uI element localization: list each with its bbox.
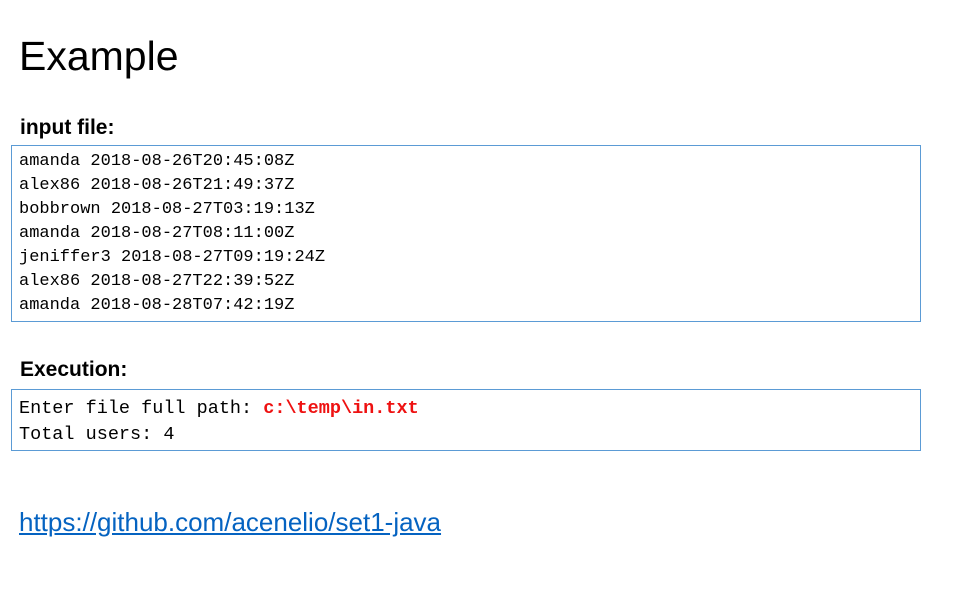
execution-box: Enter file full path: c:\temp\in.txt Tot… (11, 389, 921, 451)
slide-title: Example (19, 33, 179, 79)
input-line: alex86 2018-08-26T21:49:37Z (19, 176, 295, 195)
execution-prompt-line: Enter file full path: c:\temp\in.txt (19, 396, 913, 422)
execution-heading: Execution: (20, 358, 128, 381)
input-line: amanda 2018-08-27T08:11:00Z (19, 224, 295, 243)
github-link[interactable]: https://github.com/acenelio/set1-java (19, 505, 441, 539)
input-file-heading: input file: (20, 116, 115, 139)
input-line: amanda 2018-08-28T07:42:19Z (19, 296, 295, 315)
input-line: amanda 2018-08-26T20:45:08Z (19, 152, 295, 171)
input-line: alex86 2018-08-27T22:39:52Z (19, 272, 295, 291)
input-file-box: amanda 2018-08-26T20:45:08Z alex86 2018-… (11, 145, 921, 322)
input-line: bobbrown 2018-08-27T03:19:13Z (19, 200, 315, 219)
execution-prompt: Enter file full path: (19, 398, 264, 419)
entered-path: c:\temp\in.txt (263, 398, 419, 419)
input-line: jeniffer3 2018-08-27T09:19:24Z (19, 248, 326, 267)
execution-result: Total users: 4 (19, 424, 175, 445)
